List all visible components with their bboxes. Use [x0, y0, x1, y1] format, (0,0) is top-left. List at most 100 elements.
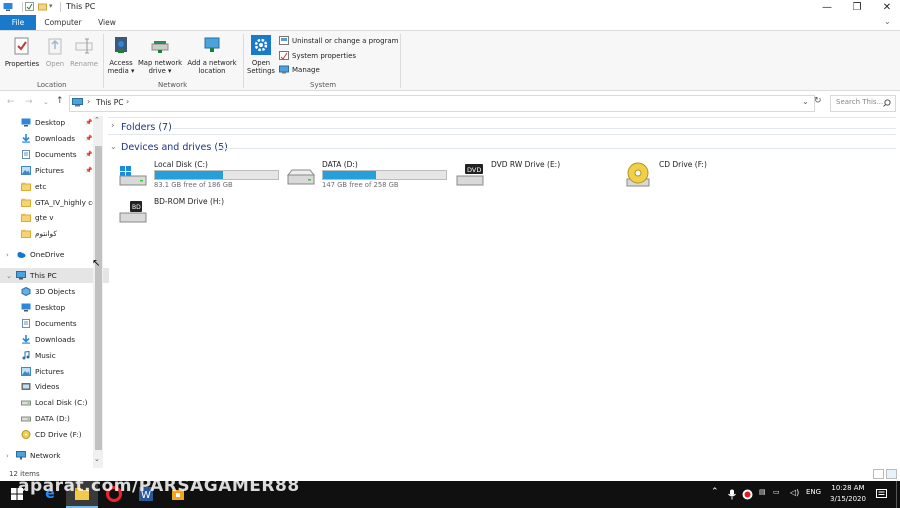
nav-item-label: Downloads — [35, 334, 76, 344]
open-button[interactable]: Open — [42, 36, 68, 68]
nav-item-label: DATA (D:) — [35, 414, 70, 424]
forward-arrow-icon[interactable]: → — [25, 97, 33, 107]
nav-item-label: This PC — [30, 271, 57, 280]
record-icon[interactable] — [742, 489, 753, 500]
manage-button[interactable]: Manage — [279, 65, 320, 74]
microphone-icon[interactable] — [727, 489, 737, 500]
drive-name: DVD RW Drive (E:) — [491, 160, 561, 169]
properties-button[interactable]: Properties — [4, 36, 40, 68]
network-tray-icon[interactable]: ▤ — [759, 488, 766, 496]
drive-usage-bar — [322, 170, 447, 180]
nav-item-label: CD Drive (F:) — [35, 430, 82, 440]
volume-icon[interactable]: ◁) — [790, 488, 799, 497]
access-media-button[interactable]: Access media ▾ — [106, 35, 136, 75]
drive-usage-fill — [155, 171, 223, 179]
window-title: This PC — [66, 2, 96, 11]
maximize-button[interactable]: ❐ — [842, 0, 872, 15]
open-settings-button[interactable]: Open Settings — [245, 35, 277, 75]
clock-time[interactable]: 10:28 AM — [827, 484, 869, 492]
drive-tile[interactable]: DVD DVD RW Drive (E:) — [455, 160, 620, 194]
nav-scroll-down-icon[interactable]: ⌄ — [94, 455, 100, 463]
nav-item-label: 3D Objects — [35, 287, 76, 296]
minimize-button[interactable]: — — [812, 0, 842, 15]
open-settings-label-2: Settings — [247, 67, 275, 75]
system-properties-button[interactable]: System properties — [279, 51, 356, 60]
address-dropdown-icon[interactable]: ⌄ — [802, 97, 809, 106]
dvd-drive-icon: DVD — [455, 162, 485, 190]
nav-item-label: Network — [30, 451, 61, 460]
documents-icon — [22, 149, 30, 159]
quick-access-dropdown-icon[interactable]: ▾ — [49, 2, 53, 10]
folder-icon — [21, 198, 31, 207]
drive-tile[interactable]: DATA (D:) 147 GB free of 258 GB — [286, 160, 451, 194]
uninstall-program-label: Uninstall or change a program — [292, 36, 399, 45]
language-indicator[interactable]: ENG — [806, 488, 821, 496]
expand-ribbon-icon[interactable]: ⌄ — [884, 17, 891, 26]
bd-drive-icon: BD — [118, 199, 148, 227]
tab-computer[interactable]: Computer — [42, 15, 84, 30]
rename-button[interactable]: Rename — [69, 36, 99, 68]
address-bar[interactable] — [69, 95, 815, 112]
folder-icon — [21, 230, 31, 239]
uninstall-program-button[interactable]: Uninstall or change a program — [279, 36, 399, 45]
downloads-icon — [22, 334, 30, 344]
add-network-location-label-1: Add a network — [187, 59, 237, 67]
tray-expand-icon[interactable]: ⌃ — [711, 487, 719, 497]
devices-section-header[interactable]: Devices and drives (5) — [121, 142, 228, 153]
system-group-label: System — [310, 81, 337, 89]
nav-scroll-up-icon[interactable]: ⌃ — [94, 116, 100, 124]
desktop-icon — [21, 118, 31, 127]
refresh-icon[interactable]: ↻ — [814, 96, 822, 106]
access-media-icon — [115, 37, 127, 53]
address-pc-icon — [72, 98, 83, 107]
details-view-icon[interactable] — [873, 469, 884, 479]
nav-scrollbar-thumb[interactable] — [95, 146, 102, 450]
nav-expand-icon[interactable]: › — [6, 452, 9, 460]
drive-tile[interactable]: BD BD-ROM Drive (H:) — [118, 197, 283, 231]
videos-icon — [21, 383, 31, 391]
battery-tray-icon[interactable]: ▭ — [773, 488, 780, 496]
drive-name: CD Drive (F:) — [659, 160, 707, 169]
add-network-location-label-2: location — [198, 67, 226, 75]
drive-tile[interactable]: Local Disk (C:) 83.1 GB free of 186 GB — [118, 160, 283, 194]
large-icons-view-icon[interactable] — [886, 469, 897, 479]
folders-expand-icon[interactable]: › — [111, 121, 115, 131]
nav-expand-icon[interactable]: ⌄ — [6, 272, 12, 280]
tab-file[interactable]: File — [0, 15, 36, 30]
nav-expand-icon[interactable]: › — [6, 251, 9, 259]
folder-icon — [21, 182, 31, 191]
breadcrumb-chevron-icon[interactable]: › — [126, 97, 129, 106]
nav-item-label: Videos — [35, 382, 60, 392]
drive-free-space: 147 GB free of 258 GB — [322, 181, 399, 189]
map-network-drive-button[interactable]: Map network drive ▾ — [137, 35, 183, 75]
open-settings-label-1: Open — [251, 59, 271, 67]
recent-locations-icon[interactable]: ⌄ — [43, 98, 49, 106]
ribbon-tab-strip — [0, 15, 900, 31]
drive-tile[interactable]: CD Drive (F:) — [623, 160, 788, 194]
notifications-icon[interactable] — [876, 489, 887, 499]
add-network-location-button[interactable]: Add a network location — [185, 35, 239, 75]
new-folder-quick-icon[interactable] — [38, 2, 47, 11]
nav-item-label: Pictures — [35, 165, 64, 175]
nav-item-label: Desktop — [35, 302, 66, 312]
properties-quick-icon[interactable] — [25, 2, 34, 11]
nav-item-label: Music — [35, 350, 56, 360]
back-arrow-icon[interactable]: ← — [7, 97, 15, 107]
devices-collapse-icon[interactable]: ⌄ — [110, 142, 117, 151]
folders-section-header[interactable]: Folders (7) — [121, 122, 172, 133]
close-button[interactable]: ✕ — [872, 0, 900, 15]
nav-item-label: كوانتوم — [35, 229, 57, 239]
music-icon — [22, 350, 30, 360]
clock-date[interactable]: 3/15/2020 — [827, 495, 869, 503]
documents-icon — [22, 318, 30, 328]
tab-view[interactable]: View — [92, 15, 122, 30]
up-arrow-icon[interactable]: ↑ — [56, 96, 64, 106]
uninstall-icon — [279, 36, 289, 45]
pin-icon: 📌 — [85, 134, 93, 142]
access-media-label-2: media ▾ — [107, 67, 135, 75]
search-input[interactable]: Search This... — [836, 98, 883, 106]
show-desktop-button[interactable] — [896, 481, 897, 508]
network-icon — [16, 451, 26, 460]
nav-item-label: Downloads — [35, 133, 76, 143]
breadcrumb-this-pc[interactable]: This PC — [96, 98, 123, 107]
